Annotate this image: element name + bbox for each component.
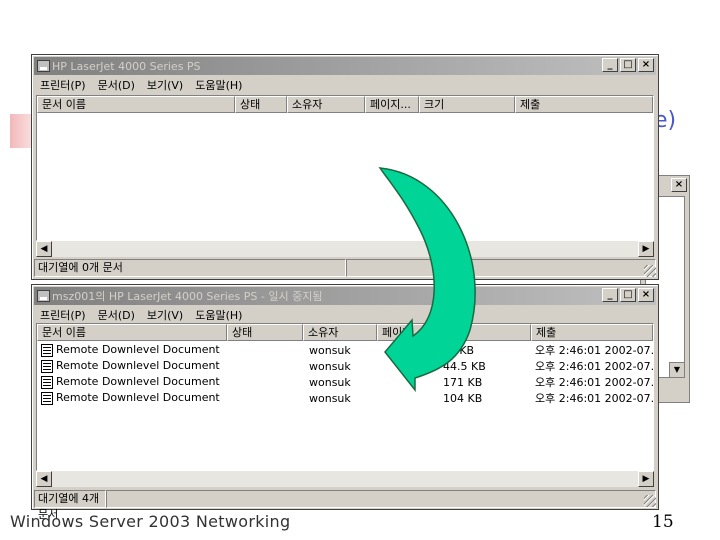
footer-text: Windows Server 2003 Networking — [10, 512, 291, 531]
curved-arrow-icon — [378, 167, 476, 393]
page-number: 15 — [652, 512, 674, 532]
curved-arrow-graphic — [378, 167, 476, 393]
